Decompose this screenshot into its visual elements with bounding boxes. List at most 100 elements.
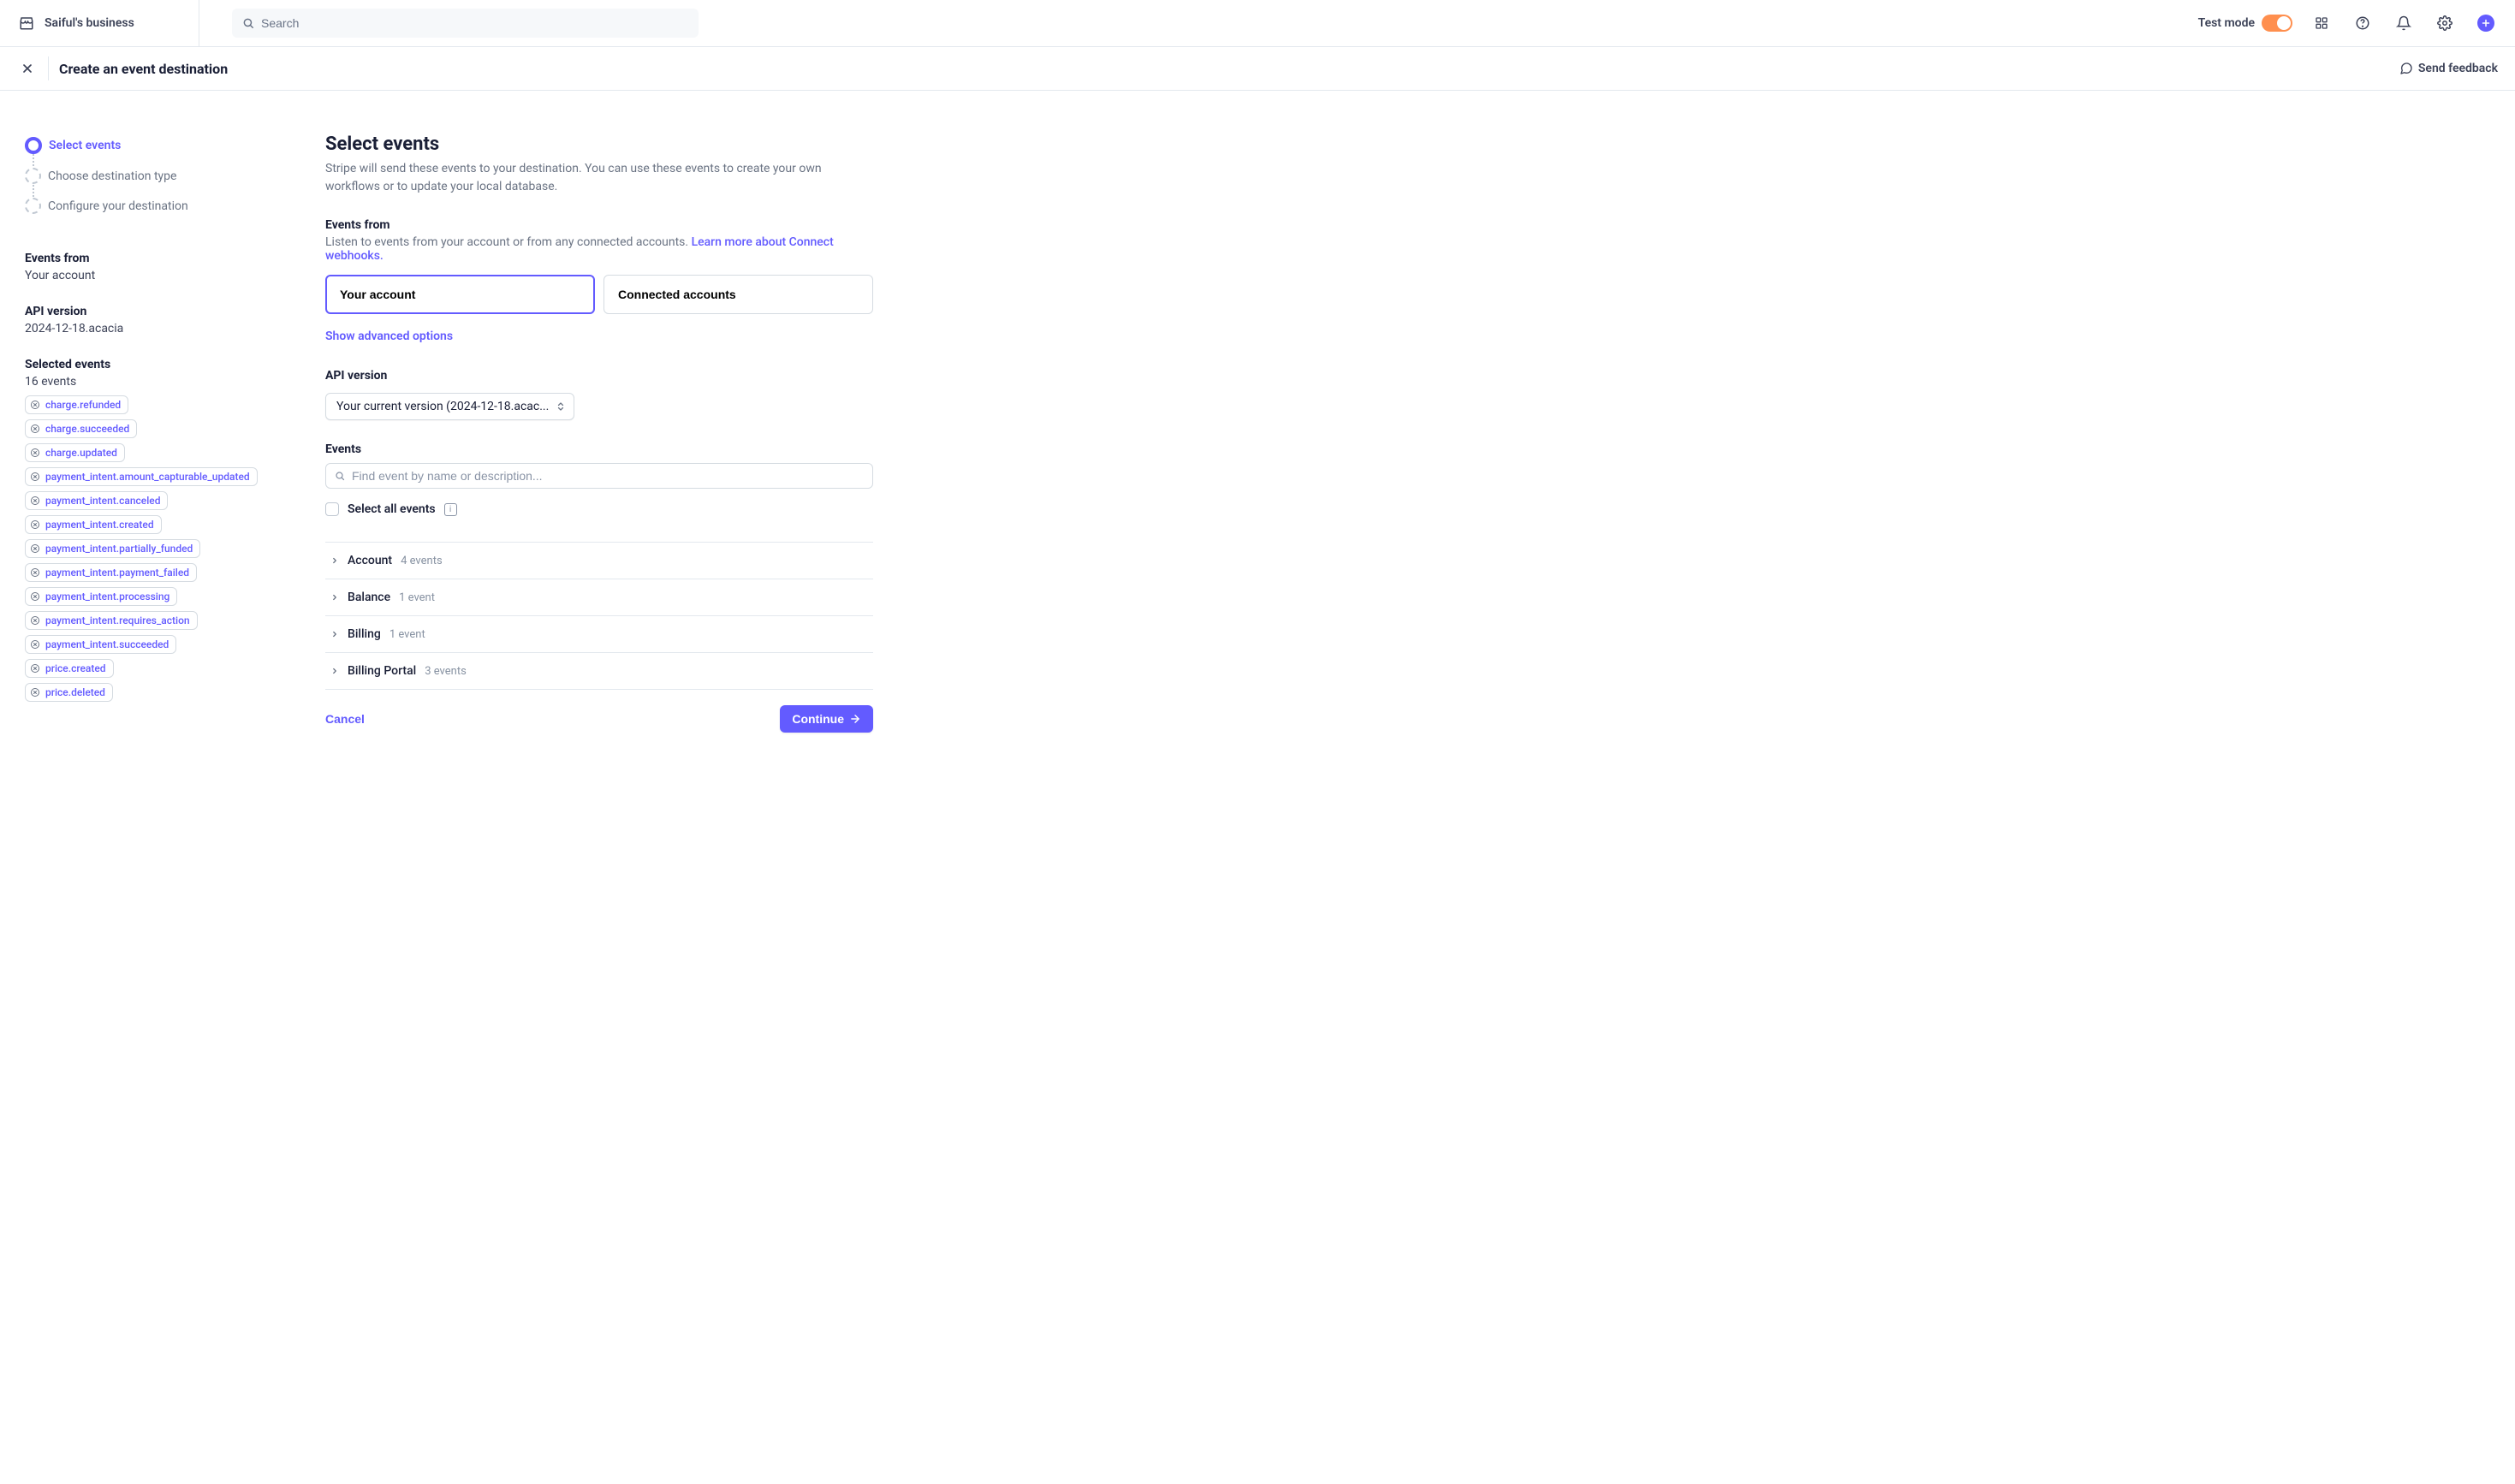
remove-icon[interactable] xyxy=(29,614,41,626)
continue-label: Continue xyxy=(792,712,844,726)
event-category-row[interactable]: Balance 1 event xyxy=(325,579,873,616)
event-chip[interactable]: payment_intent.payment_failed xyxy=(25,563,197,582)
dropdown-value: Your current version (2024-12-18.acac... xyxy=(336,400,549,413)
stepper: Select events Choose destination type Co… xyxy=(25,134,308,217)
notifications-icon[interactable] xyxy=(2392,11,2416,35)
summary-api-version: API version 2024-12-18.acacia xyxy=(25,305,308,335)
remove-icon[interactable] xyxy=(29,423,41,435)
step-choose-destination-type: Choose destination type xyxy=(25,164,308,187)
select-all-checkbox[interactable] xyxy=(325,502,339,516)
category-count: 1 event xyxy=(389,628,425,641)
test-mode-toggle[interactable]: Test mode xyxy=(2198,15,2292,32)
step-circle-active xyxy=(25,137,42,154)
event-chip-label: payment_intent.payment_failed xyxy=(45,567,189,579)
remove-icon[interactable] xyxy=(29,662,41,674)
event-chip[interactable]: charge.updated xyxy=(25,443,125,462)
events-from-hint: Listen to events from your account or fr… xyxy=(325,235,873,263)
search-icon xyxy=(335,471,345,481)
summary-events-from: Events from Your account xyxy=(25,252,308,282)
business-name: Saiful's business xyxy=(45,16,134,30)
top-header: Saiful's business Test mode xyxy=(0,0,2515,47)
chevron-updown-icon xyxy=(556,401,566,413)
left-sidebar: Select events Choose destination type Co… xyxy=(0,134,325,733)
main-description: Stripe will send these events to your de… xyxy=(325,160,839,196)
event-chip[interactable]: charge.refunded xyxy=(25,395,128,414)
remove-icon[interactable] xyxy=(29,399,41,411)
toggle-switch[interactable] xyxy=(2262,15,2292,32)
test-mode-label: Test mode xyxy=(2198,16,2255,30)
event-category-row[interactable]: Billing Portal3 events xyxy=(325,653,873,690)
add-button[interactable] xyxy=(2474,11,2498,35)
business-switcher[interactable]: Saiful's business xyxy=(17,14,199,33)
store-icon xyxy=(17,14,36,33)
radio-your-account[interactable]: Your account xyxy=(325,275,595,314)
category-count: 3 events xyxy=(425,665,467,678)
info-icon[interactable]: i xyxy=(444,503,457,516)
event-chip[interactable]: charge.succeeded xyxy=(25,419,137,438)
chat-icon xyxy=(2399,62,2413,75)
arrow-right-icon xyxy=(849,713,861,725)
event-chip-label: payment_intent.created xyxy=(45,519,154,531)
event-category-row[interactable]: Billing1 event xyxy=(325,616,873,653)
step-circle-pending xyxy=(25,198,41,214)
select-all-label: Select all events xyxy=(348,502,436,516)
remove-icon[interactable] xyxy=(29,495,41,507)
help-icon[interactable] xyxy=(2351,11,2375,35)
event-category-row[interactable]: Account4 events xyxy=(325,543,873,579)
event-chip[interactable]: payment_intent.canceled xyxy=(25,491,168,510)
remove-icon[interactable] xyxy=(29,686,41,698)
category-name: Account xyxy=(348,554,392,567)
event-chip-label: price.created xyxy=(45,662,106,674)
close-button[interactable] xyxy=(17,58,38,79)
remove-icon[interactable] xyxy=(29,543,41,555)
event-chip[interactable]: price.created xyxy=(25,659,114,678)
remove-icon[interactable] xyxy=(29,447,41,459)
remove-icon[interactable] xyxy=(29,519,41,531)
events-label: Events xyxy=(325,442,873,456)
event-search-input[interactable] xyxy=(352,469,864,483)
search-box[interactable] xyxy=(232,9,699,38)
event-chip-label: payment_intent.partially_funded xyxy=(45,543,193,555)
events-from-radio-group: Your account Connected accounts xyxy=(325,275,873,314)
apps-icon[interactable] xyxy=(2310,11,2334,35)
chevron-right-icon xyxy=(330,630,339,638)
event-chip[interactable]: price.deleted xyxy=(25,683,113,702)
search-icon xyxy=(242,17,254,29)
event-chip-label: price.deleted xyxy=(45,686,105,698)
plus-icon xyxy=(2477,15,2494,32)
step-circle-pending xyxy=(25,168,41,184)
events-from-label: Events from xyxy=(325,218,873,232)
send-feedback-label: Send feedback xyxy=(2418,62,2498,75)
settings-icon[interactable] xyxy=(2433,11,2457,35)
chevron-right-icon xyxy=(330,667,339,675)
event-chip[interactable]: payment_intent.succeeded xyxy=(25,635,176,654)
event-category-list: Account4 eventsBalance1 eventBilling1 ev… xyxy=(325,542,873,690)
main-content: Select events Stripe will send these eve… xyxy=(325,134,873,733)
category-name: Balance xyxy=(348,591,390,604)
summary-selected-events: Selected events 16 events charge.refunde… xyxy=(25,358,308,702)
remove-icon[interactable] xyxy=(29,471,41,483)
api-version-label: API version xyxy=(325,369,873,383)
sub-header: Create an event destination Send feedbac… xyxy=(0,47,2515,91)
event-search-box[interactable] xyxy=(325,463,873,489)
event-chip[interactable]: payment_intent.processing xyxy=(25,587,177,606)
radio-connected-accounts[interactable]: Connected accounts xyxy=(603,275,873,314)
api-version-dropdown[interactable]: Your current version (2024-12-18.acac... xyxy=(325,393,574,420)
event-chip-label: charge.updated xyxy=(45,447,117,459)
remove-icon[interactable] xyxy=(29,591,41,603)
remove-icon[interactable] xyxy=(29,567,41,579)
show-advanced-options-link[interactable]: Show advanced options xyxy=(325,329,453,343)
event-chip[interactable]: payment_intent.created xyxy=(25,515,162,534)
remove-icon[interactable] xyxy=(29,638,41,650)
event-chip-label: payment_intent.succeeded xyxy=(45,638,169,650)
continue-button[interactable]: Continue xyxy=(780,705,873,733)
step-select-events[interactable]: Select events xyxy=(25,134,308,157)
cancel-button[interactable]: Cancel xyxy=(325,705,365,733)
send-feedback-button[interactable]: Send feedback xyxy=(2399,62,2498,75)
category-count: 1 event xyxy=(399,591,435,604)
event-chip-label: payment_intent.amount_capturable_updated xyxy=(45,471,250,483)
search-input[interactable] xyxy=(261,16,688,30)
event-chip[interactable]: payment_intent.amount_capturable_updated xyxy=(25,467,258,486)
event-chip[interactable]: payment_intent.requires_action xyxy=(25,611,198,630)
event-chip[interactable]: payment_intent.partially_funded xyxy=(25,539,200,558)
